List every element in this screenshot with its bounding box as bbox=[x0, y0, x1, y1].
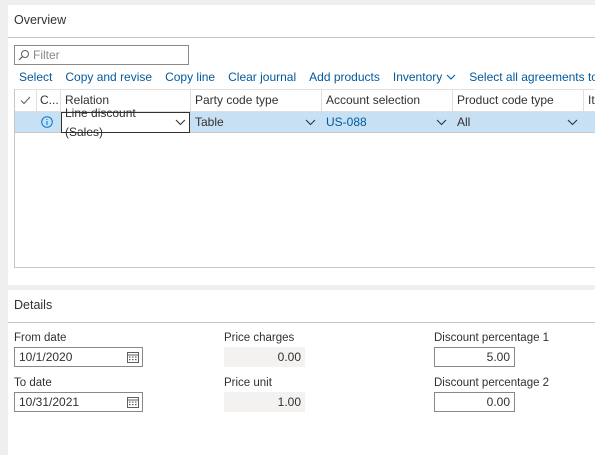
from-date-value: 10/1/2020 bbox=[19, 350, 73, 364]
select-all-checkbox[interactable] bbox=[15, 90, 37, 112]
overview-title: Overview bbox=[14, 13, 67, 27]
search-icon bbox=[18, 49, 30, 61]
copy-and-revise-button[interactable]: Copy and revise bbox=[65, 69, 152, 85]
chevron-down-icon bbox=[175, 119, 186, 126]
to-date-label: To date bbox=[14, 377, 52, 389]
add-products-button[interactable]: Add products bbox=[309, 69, 380, 85]
column-header-product-code-type[interactable]: Product code type bbox=[453, 90, 584, 112]
copy-line-button[interactable]: Copy line bbox=[165, 69, 215, 85]
row-info-cell[interactable] bbox=[37, 112, 61, 132]
to-date-field[interactable]: 10/31/2021 bbox=[14, 392, 143, 412]
info-icon bbox=[41, 116, 53, 128]
account-selection-dropdown[interactable]: US-088 bbox=[322, 112, 453, 132]
discount-percentage-1-label: Discount percentage 1 bbox=[434, 332, 550, 344]
to-date-value: 10/31/2021 bbox=[19, 395, 80, 409]
from-date-label: From date bbox=[14, 332, 67, 344]
action-bar: Select Copy and revise Copy line Clear j… bbox=[19, 69, 595, 85]
details-panel: Details From date 10/1/2020 To date 10/3… bbox=[8, 290, 595, 455]
select-all-agreements-button[interactable]: Select all agreements to b bbox=[469, 69, 595, 85]
details-title: Details bbox=[14, 298, 53, 312]
column-header-party-code-type[interactable]: Party code type bbox=[191, 90, 322, 112]
party-code-type-dropdown[interactable]: Table bbox=[191, 112, 322, 132]
discount-percentage-1-field[interactable]: 5.00 bbox=[434, 347, 515, 367]
clear-journal-button[interactable]: Clear journal bbox=[228, 69, 296, 85]
chevron-down-icon bbox=[305, 119, 316, 125]
discount-percentage-2-label: Discount percentage 2 bbox=[434, 377, 550, 389]
inventory-label: Inventory bbox=[392, 70, 443, 84]
overview-panel: Overview Select Copy and revise Copy lin… bbox=[8, 5, 595, 285]
product-code-type-dropdown[interactable]: All bbox=[453, 112, 584, 132]
chevron-down-icon bbox=[446, 70, 456, 84]
filter-input[interactable] bbox=[30, 48, 180, 62]
relation-value: Line discount (Sales) bbox=[65, 105, 136, 139]
inventory-menu-button[interactable]: Inventory bbox=[393, 69, 456, 85]
calendar-icon[interactable] bbox=[126, 350, 140, 364]
discount-percentage-2-field[interactable]: 0.00 bbox=[434, 392, 515, 412]
column-header-account-selection[interactable]: Account selection bbox=[322, 90, 453, 112]
relation-dropdown[interactable]: Line discount (Sales) bbox=[61, 106, 190, 139]
price-charges-value: 0.00 bbox=[224, 347, 305, 367]
product-code-type-value: All bbox=[457, 115, 471, 129]
column-header-item[interactable]: Ite bbox=[584, 90, 595, 112]
price-unit-value: 1.00 bbox=[224, 392, 305, 412]
filter-box[interactable] bbox=[14, 45, 189, 65]
party-code-type-value: Table bbox=[195, 115, 224, 129]
price-charges-label: Price charges bbox=[224, 332, 295, 344]
details-divider bbox=[8, 322, 595, 323]
from-date-field[interactable]: 10/1/2020 bbox=[14, 347, 143, 367]
chevron-down-icon bbox=[567, 119, 578, 125]
checkmark-icon bbox=[20, 96, 31, 105]
account-selection-value[interactable]: US-088 bbox=[326, 112, 367, 132]
calendar-icon[interactable] bbox=[126, 395, 140, 409]
select-button[interactable]: Select bbox=[19, 69, 52, 85]
chevron-down-icon bbox=[436, 119, 447, 125]
column-header-c[interactable]: C... bbox=[37, 90, 61, 112]
journal-lines-grid: C... Relation Party code type Account se… bbox=[14, 89, 595, 268]
price-unit-label: Price unit bbox=[224, 377, 272, 389]
row-select-cell[interactable] bbox=[15, 112, 37, 132]
overview-divider bbox=[8, 37, 595, 38]
